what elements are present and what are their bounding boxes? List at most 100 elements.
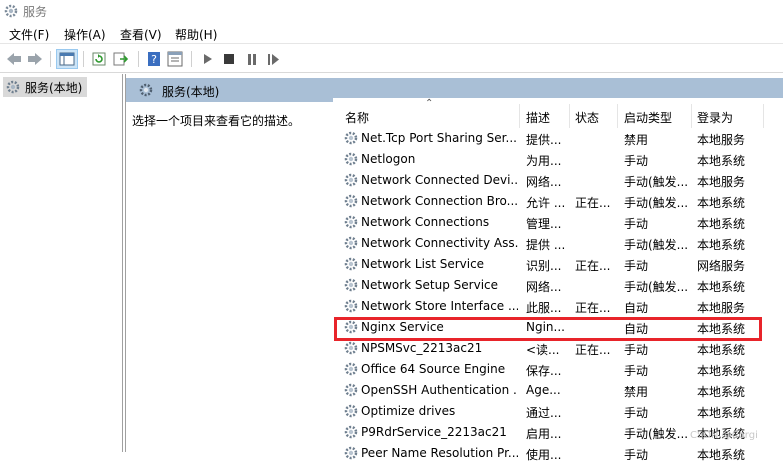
service-row[interactable]: Net.Tcp Port Sharing Ser... 提供... 禁用 本地服务 — [333, 128, 783, 149]
service-name: Nginx Service — [361, 320, 444, 334]
forward-button[interactable] — [26, 50, 44, 68]
services-list: ⌃ 名称 描述 状态 启动类型 登录为 Net.Tcp Port Sharing… — [333, 98, 783, 462]
column-divider[interactable] — [617, 104, 618, 128]
service-log-on-as: 本地系统 — [697, 196, 746, 210]
console-tree: 服务(本地) — [0, 74, 123, 452]
service-startup-type: 手动(触发... — [624, 238, 689, 252]
column-divider[interactable] — [691, 104, 692, 128]
service-log-on-as: 本地服务 — [697, 133, 746, 147]
column-divider[interactable] — [569, 104, 570, 128]
service-row[interactable]: Network List Service 识别... 正在... 手动 网络服务 — [333, 254, 783, 275]
service-description-text: 选择一个项目来查看它的描述。 — [132, 114, 301, 128]
service-description: Ngin... — [526, 320, 565, 334]
start-service-button[interactable] — [199, 50, 217, 68]
service-gear-icon — [343, 256, 359, 275]
service-status: 正在... — [575, 301, 611, 315]
service-row[interactable]: Network Store Interface ... 此服... 正在... 自动 本… — [333, 296, 783, 317]
service-description: 提供... — [526, 133, 562, 147]
service-log-on-as: 本地系统 — [697, 448, 746, 462]
service-row[interactable]: Peer Name Resolution Pr... 使用... 手动 本地系统 — [333, 443, 783, 464]
service-log-on-as: 网络服务 — [697, 259, 746, 273]
service-gear-icon — [343, 214, 359, 233]
column-divider[interactable] — [519, 104, 520, 128]
service-status: 正在... — [575, 259, 611, 273]
menu-help[interactable]: 帮助(H) — [175, 26, 217, 43]
export-list-button[interactable] — [112, 50, 130, 68]
service-row[interactable]: Network Connection Bro... 允许 ... 正在... 手动(触… — [333, 191, 783, 212]
pause-service-button[interactable] — [243, 50, 261, 68]
service-row[interactable]: NPSMSvc_2213ac21 <读... 正在... 手动 本地系统 — [333, 338, 783, 359]
service-name: Optimize drives — [361, 404, 456, 418]
service-startup-type: 手动(触发... — [624, 280, 689, 294]
service-row[interactable]: Nginx Service Ngin... 自动 本地系统 — [333, 317, 783, 338]
services-gear-icon — [6, 80, 20, 94]
service-startup-type: 自动 — [624, 301, 649, 315]
menu-view[interactable]: 查看(V) — [120, 26, 162, 43]
service-row[interactable]: Network Setup Service 网络... 手动(触发... 本地系统 — [333, 275, 783, 296]
column-header-startup-type[interactable]: 启动类型 — [624, 109, 672, 126]
stop-service-button[interactable] — [220, 50, 238, 68]
service-log-on-as: 本地系统 — [697, 238, 746, 252]
service-startup-type: 禁用 — [624, 385, 649, 399]
show-hide-console-tree-button[interactable] — [56, 49, 78, 69]
restart-service-button[interactable] — [265, 50, 283, 68]
service-name: P9RdrService_2213ac21 — [361, 425, 507, 439]
service-status: 正在... — [575, 196, 611, 210]
service-name: Network Connection Bro... — [361, 194, 518, 208]
service-log-on-as: 本地系统 — [697, 364, 746, 378]
service-row[interactable]: Network Connectivity Ass... 提供 ... 手动(触发..… — [333, 233, 783, 254]
service-name: Network Connected Devi... — [361, 173, 518, 187]
service-log-on-as: 本地系统 — [697, 154, 746, 168]
back-button[interactable] — [5, 50, 23, 68]
service-log-on-as: 本地系统 — [697, 385, 746, 399]
tree-item-services-local[interactable]: 服务(本地) — [3, 77, 87, 97]
title-bar: 服务 — [0, 0, 783, 22]
service-description: 此服... — [526, 301, 562, 315]
back-arrow-icon — [7, 53, 21, 65]
service-log-on-as: 本地服务 — [697, 301, 746, 315]
menu-bar: 文件(F) 操作(A) 查看(V) 帮助(H) — [0, 22, 783, 44]
service-row[interactable]: Optimize drives 通过... 手动 本地系统 — [333, 401, 783, 422]
service-description: 使用... — [526, 448, 562, 462]
service-description: 允许 ... — [526, 196, 566, 210]
toolbar: ? — [0, 45, 783, 73]
service-gear-icon — [343, 445, 359, 464]
stop-icon — [224, 54, 234, 64]
service-startup-type: 手动 — [624, 154, 649, 168]
service-name: Network Store Interface ... — [361, 299, 518, 313]
column-header-status[interactable]: 状态 — [575, 109, 599, 126]
service-startup-type: 手动 — [624, 343, 649, 357]
column-header-name[interactable]: 名称 — [345, 109, 369, 126]
service-startup-type: 禁用 — [624, 133, 649, 147]
service-description: 提供 ... — [526, 238, 566, 252]
service-name: Peer Name Resolution Pr... — [361, 446, 518, 460]
service-startup-type: 手动(触发... — [624, 427, 689, 441]
refresh-button[interactable] — [90, 50, 108, 68]
service-name: Network Connectivity Ass... — [361, 236, 518, 250]
service-row[interactable]: Network Connected Devi... 网络... 手动(触发... 本地… — [333, 170, 783, 191]
toolbar-separator — [191, 51, 192, 67]
service-log-on-as: 本地系统 — [697, 280, 746, 294]
service-row[interactable]: Network Connections 管理... 手动 本地系统 — [333, 212, 783, 233]
toolbar-separator — [50, 51, 51, 67]
service-name: Office 64 Source Engine — [361, 362, 506, 376]
help-button[interactable]: ? — [145, 50, 163, 68]
service-description: <读... — [526, 343, 560, 357]
menu-action[interactable]: 操作(A) — [64, 26, 106, 43]
restart-icon — [268, 53, 279, 65]
service-row[interactable]: Office 64 Source Engine 保存... 手动 本地系统 — [333, 359, 783, 380]
column-header-description[interactable]: 描述 — [526, 109, 550, 126]
column-header-log-on-as[interactable]: 登录为 — [697, 109, 733, 126]
service-gear-icon — [343, 151, 359, 170]
service-gear-icon — [343, 277, 359, 296]
service-gear-icon — [343, 172, 359, 191]
service-row[interactable]: Netlogon 为用... 手动 本地系统 — [333, 149, 783, 170]
sort-ascending-icon: ⌃ — [425, 98, 434, 109]
column-divider[interactable] — [763, 104, 764, 128]
service-status: 正在... — [575, 343, 611, 357]
properties-button[interactable] — [166, 50, 184, 68]
service-gear-icon — [343, 403, 359, 422]
service-name: Net.Tcp Port Sharing Ser... — [361, 131, 517, 145]
menu-file[interactable]: 文件(F) — [9, 26, 49, 43]
service-row[interactable]: OpenSSH Authentication ... Age... 禁用 本地系统 — [333, 380, 783, 401]
